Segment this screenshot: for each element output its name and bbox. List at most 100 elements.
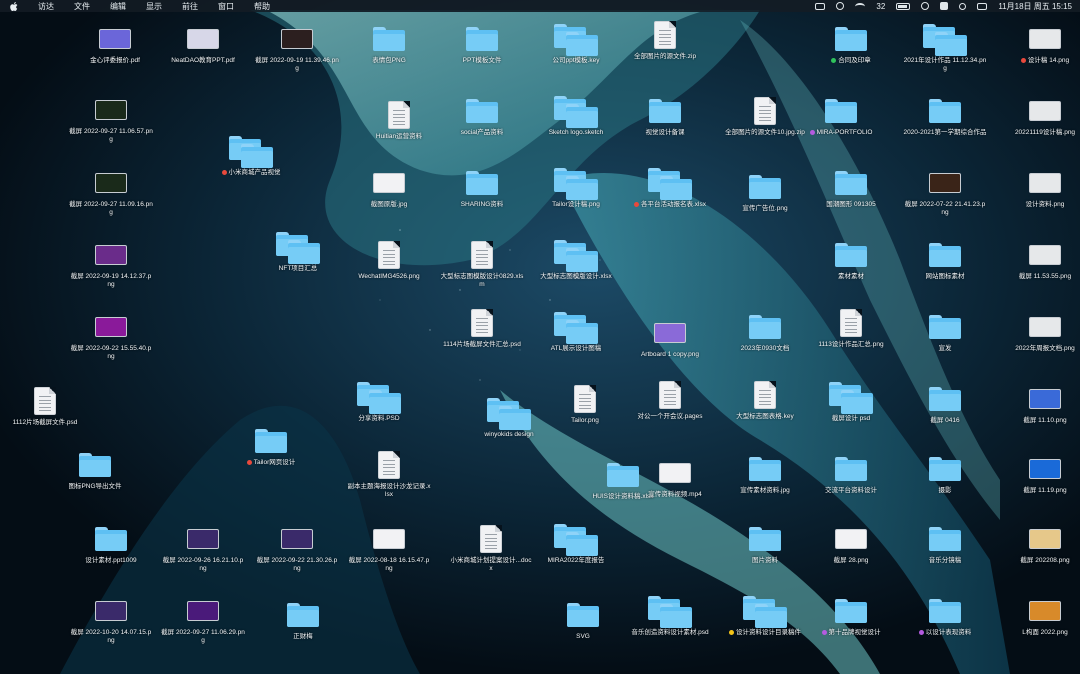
desktop-item[interactable]: MIRA2022年度报告 — [531, 524, 621, 565]
desktop-item[interactable]: 大型标志图表格.key — [720, 380, 810, 421]
desktop-item[interactable]: 合同及印章 — [806, 24, 896, 65]
desktop-item[interactable]: 表情包PNG — [344, 24, 434, 65]
desktop-item[interactable]: 宣传广告位.png — [720, 172, 810, 213]
desktop-item[interactable]: 截屏 2022-09-22 21.30.26.png — [252, 524, 342, 573]
desktop-item[interactable]: 截屏 202208.png — [1000, 524, 1080, 565]
desktop-item[interactable]: 设计资料.png — [1000, 168, 1080, 209]
desktop-item[interactable]: 截屏 2022-10-20 14.07.15.png — [66, 596, 156, 645]
desktop-item[interactable]: 音乐创造资料设计素材.psd — [625, 596, 715, 637]
desktop-item[interactable]: social产品资料 — [437, 96, 527, 137]
desktop-item[interactable]: 以设计表现资料 — [900, 596, 990, 637]
desktop-item[interactable]: MIRA-PORTFOLIO — [796, 96, 886, 137]
desktop-item[interactable]: 2020-2021第一学期综合作品 — [900, 96, 990, 137]
desktop-item[interactable]: 设计稿 14.png — [1000, 24, 1080, 65]
desktop-item[interactable]: 1113设计作品汇总.png — [806, 308, 896, 349]
desktop-item[interactable]: 截图原版.jpg — [344, 168, 434, 209]
desktop-item[interactable]: 公司ppt模板.key — [531, 24, 621, 65]
desktop-item[interactable]: 国潮图形 091305 — [806, 168, 896, 209]
search-icon[interactable] — [959, 2, 967, 10]
desktop-item[interactable]: 第十品牌视觉设计 — [806, 596, 896, 637]
desktop-item[interactable]: NeatDAO教育PPT.pdf — [158, 24, 248, 65]
desktop-item[interactable]: 截屏 11.19.png — [1000, 454, 1080, 495]
desktop-item[interactable]: PPT模板文件 — [437, 24, 527, 65]
desktop-item[interactable]: 视觉设计备课 — [620, 96, 710, 137]
battery-icon[interactable] — [896, 2, 911, 10]
desktop-item[interactable]: Sketch logo.sketch — [531, 96, 621, 137]
desktop-item[interactable]: 素材素材 — [806, 240, 896, 281]
desktop-item[interactable]: Tailor网页设计 — [226, 426, 316, 467]
desktop-item[interactable]: 宣传资料视频.mp4 — [630, 458, 720, 499]
desktop-item[interactable]: 设计资料设计目录稿件 — [720, 596, 810, 637]
desktop-item[interactable]: 截屏 2022-09-19 14.12.37.png — [66, 240, 156, 289]
apple-icon[interactable] — [10, 1, 18, 11]
desktop-item[interactable]: Tailor.png — [540, 384, 630, 425]
desktop-item[interactable]: 1112片场截屏文件.psd — [0, 386, 90, 427]
desktop-item[interactable]: 截屏设计 psd — [806, 382, 896, 423]
menu-icon[interactable] — [977, 2, 988, 10]
desktop-item[interactable]: 音乐分镜稿 — [900, 524, 990, 565]
menu-view[interactable]: 显示 — [146, 1, 162, 12]
desktop-item[interactable]: 20221119设计稿.png — [1000, 96, 1080, 137]
desktop-item[interactable]: 截屏 2022-09-19 11.39.46.png — [252, 24, 342, 73]
desktop-item[interactable]: 截屏 28.png — [806, 524, 896, 565]
wifi-icon[interactable] — [855, 2, 866, 10]
menu-edit[interactable]: 编辑 — [110, 1, 126, 12]
desktop-item[interactable]: Huitian运营资料 — [354, 100, 444, 141]
desktop-item[interactable]: 截屏 11.53.55.png — [1000, 240, 1080, 281]
desktop-item[interactable]: 金心评委报价.pdf — [70, 24, 160, 65]
desktop-item[interactable]: Tailor设计稿.png — [531, 168, 621, 209]
desktop-item[interactable]: 截屏 11.10.png — [1000, 384, 1080, 425]
desktop-item[interactable]: 大型标志图模版设计.xlsx — [531, 240, 621, 281]
menu-file[interactable]: 文件 — [74, 1, 90, 12]
desktop-item[interactable]: Artboard 1 copy.png — [625, 318, 715, 359]
desktop-item[interactable]: 对公一个开会议.pages — [625, 380, 715, 421]
desktop-item[interactable]: SVG — [538, 600, 628, 641]
user-icon[interactable] — [940, 2, 949, 10]
desktop-item[interactable]: WechatIMG4526.png — [344, 240, 434, 281]
desktop-item[interactable]: 各平台活动报名表.xlsx — [625, 168, 715, 209]
desktop-item[interactable]: 副本主题海报设计沙龙记录.xlsx — [344, 450, 434, 499]
desktop-item[interactable]: 截屏 2022-09-22 15.55.40.png — [66, 312, 156, 361]
cloud-icon[interactable] — [836, 2, 845, 10]
folder-icon — [825, 99, 857, 123]
desktop-item[interactable]: SHARING资料 — [437, 168, 527, 209]
desktop-item[interactable]: ATL展示设计图稿 — [531, 312, 621, 353]
desktop-item[interactable]: 图片资料 — [720, 524, 810, 565]
desktop-item[interactable]: 2023年0930文档 — [720, 312, 810, 353]
desktop-item[interactable]: 小米商城产品视觉 — [206, 136, 296, 177]
desktop-item[interactable]: 分享资料.PSD — [334, 382, 424, 423]
desktop-item[interactable]: 宣传素材资料.jpg — [720, 454, 810, 495]
menubar-clock[interactable]: 11月18日 周五 15:15 — [998, 1, 1072, 12]
status-text: 32 — [876, 1, 886, 11]
menu-go[interactable]: 前往 — [182, 1, 198, 12]
desktop-item[interactable]: 2021年设计作品 11.12.34.png — [900, 24, 990, 73]
desktop-item[interactable]: 截屏 2022-09-26 16.21.10.png — [158, 524, 248, 573]
desktop-item[interactable]: 宣发 — [900, 312, 990, 353]
document-icon — [462, 308, 502, 338]
menu-help[interactable]: 帮助 — [254, 1, 270, 12]
desktop-item[interactable]: 截屏 2022-09-27 11.09.16.png — [66, 168, 156, 217]
desktop-item[interactable]: 摄影 — [900, 454, 990, 495]
control-icon[interactable] — [921, 2, 930, 10]
desktop-item[interactable]: L构面 2022.png — [1000, 596, 1080, 637]
desktop-item[interactable]: 2022年周报文档.png — [1000, 312, 1080, 353]
desktop-item[interactable]: 1114片场截屏文件汇总.psd — [437, 308, 527, 349]
desktop-item[interactable]: 图标PNG导出文件 — [50, 450, 140, 491]
desktop-item[interactable]: 截屏 2022-08-18 16.15.47.png — [344, 524, 434, 573]
menu-finder[interactable]: 访达 — [38, 1, 54, 12]
desktop-item[interactable]: 全部图片的源文件.zip — [620, 20, 710, 61]
desktop-item[interactable]: 网站图标素材 — [900, 240, 990, 281]
desktop-item[interactable]: 正财梅 — [258, 600, 348, 641]
desktop-item-text: 截屏设计 psd — [831, 415, 871, 422]
desktop-item[interactable]: 截屏 2022-09-27 11.06.29.png — [158, 596, 248, 645]
desktop-item[interactable]: 设计素材.ppt1009 — [66, 524, 156, 565]
desktop-item[interactable]: 小米商城计划提案设计...docx — [446, 524, 536, 573]
bar-icon[interactable] — [815, 2, 826, 10]
desktop-item[interactable]: 截屏 2022-09-27 11.06.57.png — [66, 95, 156, 144]
menu-window[interactable]: 窗口 — [218, 1, 234, 12]
desktop-item[interactable]: 大型标志图模版设计0829.xlsm — [437, 240, 527, 289]
desktop-item[interactable]: NFT项目汇总 — [253, 232, 343, 273]
desktop-item[interactable]: 交流平台资料设计 — [806, 454, 896, 495]
desktop-item[interactable]: 截屏 2022-07-22 21.41.23.png — [900, 168, 990, 217]
desktop-item[interactable]: 截屏 0416 — [900, 384, 990, 425]
